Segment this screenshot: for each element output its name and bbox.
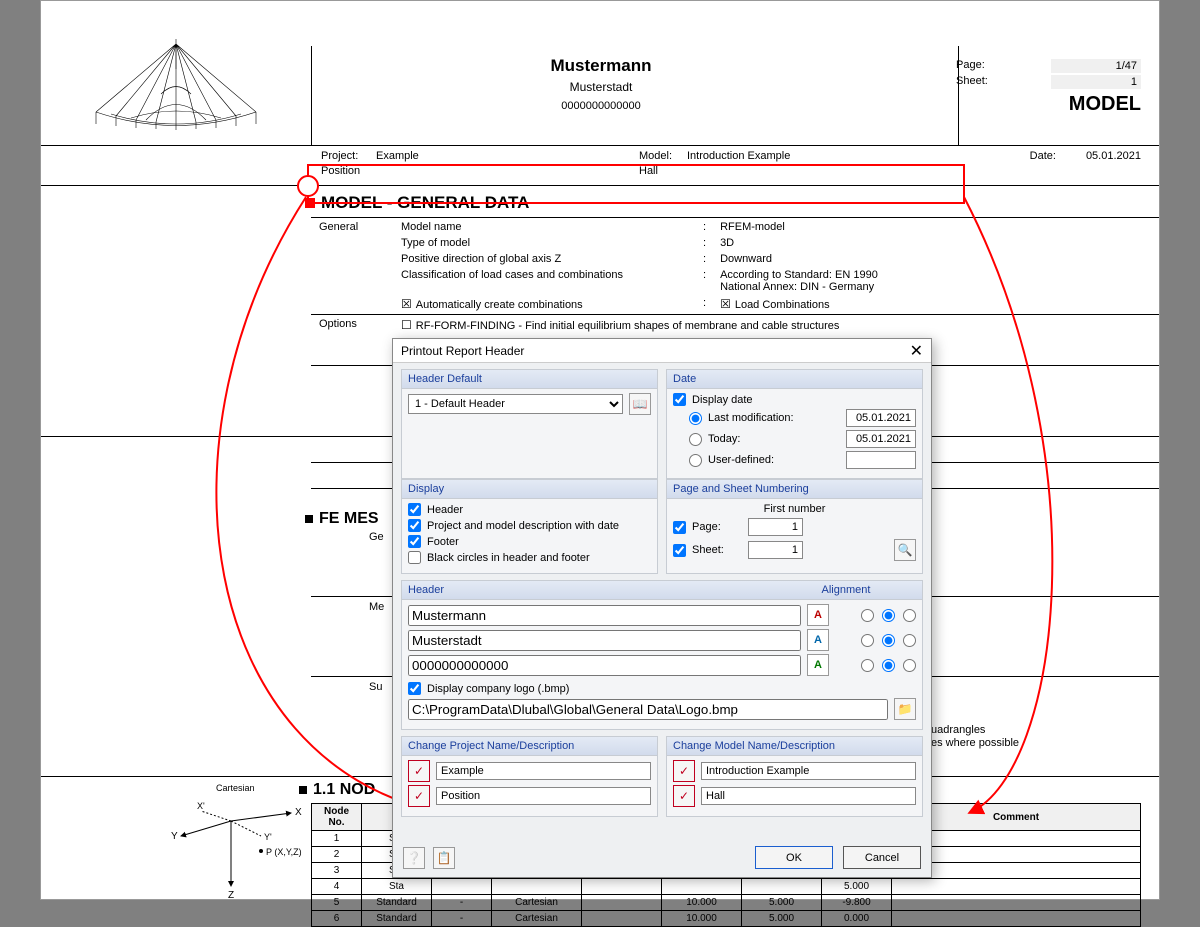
date-today-radio[interactable] [689,433,702,446]
table-row: 6Standard-Cartesian10.0005.0000.000 [312,911,1141,927]
page-label: Page: [956,59,985,73]
header-line2-input[interactable] [408,630,801,651]
date-label: Date: [1030,150,1056,162]
browse-logo-icon[interactable]: 📁 [894,698,916,720]
numbering-sheet-checkbox[interactable] [673,544,686,557]
header-default-select[interactable]: 1 - Default Header [408,394,623,414]
lastmod-date-input[interactable] [846,409,916,427]
check-icon[interactable]: ✓ [673,785,695,807]
svg-text:Y': Y' [264,832,272,842]
section-title-general: MODEL - GENERAL DATA [299,186,1159,217]
ok-button[interactable]: OK [755,846,833,869]
date-lastmod-radio[interactable] [689,412,702,425]
date-group: Date Display date Last modification: Tod… [666,369,923,479]
company-logo [61,31,291,136]
report-header: Mustermann Musterstadt 0000000000000 Pag… [41,1,1159,146]
display-date-checkbox[interactable] [673,393,686,406]
svg-text:X: X [295,807,302,818]
auto-combi-check-icon [401,299,416,311]
proj-name-input[interactable] [436,762,651,780]
svg-text:P (X,Y,Z): P (X,Y,Z) [266,847,302,857]
header-line1-input[interactable] [408,605,801,626]
fe-sub-me: Me [369,601,384,613]
font-icon[interactable]: A [807,604,829,626]
numbering-group: Page and Sheet Numbering First number Pa… [666,479,923,574]
logo-path-input[interactable] [408,699,888,720]
options-label: Options [313,317,393,333]
company-number: 0000000000000 [321,100,881,112]
printout-report-header-dialog: Printout Report Header ✕ Header Default … [392,338,932,878]
numbering-settings-icon[interactable]: 🔍 [894,539,916,561]
browse-icon[interactable]: 📖 [629,393,651,415]
fe-mesh-title: FE MES [299,504,379,532]
font-icon[interactable]: A [807,654,829,676]
load-combi-check-icon [720,299,735,311]
check-icon[interactable]: ✓ [673,760,695,782]
page-value: 1/47 [1051,59,1141,73]
check-icon[interactable]: ✓ [408,785,430,807]
header-default-group: Header Default 1 - Default Header 📖 [401,369,658,479]
svg-text:Cartesian: Cartesian [216,783,255,793]
svg-text:Z: Z [228,890,234,901]
model-desc-input[interactable] [701,787,916,805]
header-title-block: Mustermann Musterstadt 0000000000000 [321,56,881,112]
option-check-icon [401,320,416,332]
check-icon[interactable]: ✓ [408,760,430,782]
date-user-radio[interactable] [689,454,702,467]
position-label: Position [321,165,376,177]
page-firstnum-input[interactable] [748,518,803,536]
dialog-title: Printout Report Header [401,344,524,358]
model-label: Model: [639,150,687,162]
change-project-group: Change Project Name/Description ✓ ✓ [401,736,658,817]
svg-text:X': X' [197,801,205,811]
align-row1 [861,609,916,622]
sheet-firstnum-input[interactable] [748,541,803,559]
company-city: Musterstadt [321,80,881,94]
change-model-group: Change Model Name/Description ✓ ✓ [666,736,923,817]
date-value: 05.01.2021 [1086,150,1141,162]
model-name-input[interactable] [701,762,916,780]
red-square-icon [305,198,315,208]
font-icon[interactable]: A [807,629,829,651]
display-footer-checkbox[interactable] [408,535,421,548]
table-row: 4Sta5.000 [312,879,1141,895]
sheet-label: Sheet: [956,75,988,89]
today-date-input[interactable] [846,430,916,448]
header-meta: Page: 1/47 Sheet: 1 MODEL [956,59,1141,116]
cancel-button[interactable]: Cancel [843,846,921,869]
project-line: Project:Example Position Model:Introduct… [41,146,1159,186]
copy-icon[interactable]: 📋 [433,847,455,869]
model-value: Introduction Example [687,150,790,162]
bg-frag1: uadrangles [931,724,985,736]
help-icon[interactable]: ❔ [403,847,425,869]
general-data-block: General Model name : RFEM-model Type of … [311,217,1159,314]
bg-frag2: es where possible [931,737,1019,749]
project-value: Example [376,150,419,162]
dialog-titlebar[interactable]: Printout Report Header ✕ [393,339,931,363]
model-big-label: MODEL [956,93,1141,116]
display-logo-checkbox[interactable] [408,682,421,695]
black-square-icon [305,515,313,523]
proj-desc-input[interactable] [436,787,651,805]
options-block: Options RF-FORM-FINDING - Find initial e… [311,315,1159,335]
company-name: Mustermann [321,56,881,76]
close-icon[interactable]: ✕ [910,341,923,361]
numbering-page-checkbox[interactable] [673,521,686,534]
display-projdesc-checkbox[interactable] [408,519,421,532]
display-header-checkbox[interactable] [408,503,421,516]
user-date-input[interactable] [846,451,916,469]
header-section-group: Header Alignment A A A [401,580,923,730]
table-row: 5Standard-Cartesian10.0005.000-9.800 [312,895,1141,911]
display-blackcircles-checkbox[interactable] [408,551,421,564]
sheet-value: 1 [1051,75,1141,89]
coordinate-system-icon: Cartesian X Y Z X' Y' P (X,Y,Z) [161,781,331,901]
general-heading: General [313,220,393,234]
project-label: Project: [321,150,376,162]
hall-value: Hall [639,165,658,177]
svg-text:Y: Y [171,831,178,842]
fe-sub-su: Su [369,681,382,693]
fe-sub-ge: Ge [369,531,384,543]
header-line3-input[interactable] [408,655,801,676]
display-group: Display Header Project and model descrip… [401,479,658,574]
